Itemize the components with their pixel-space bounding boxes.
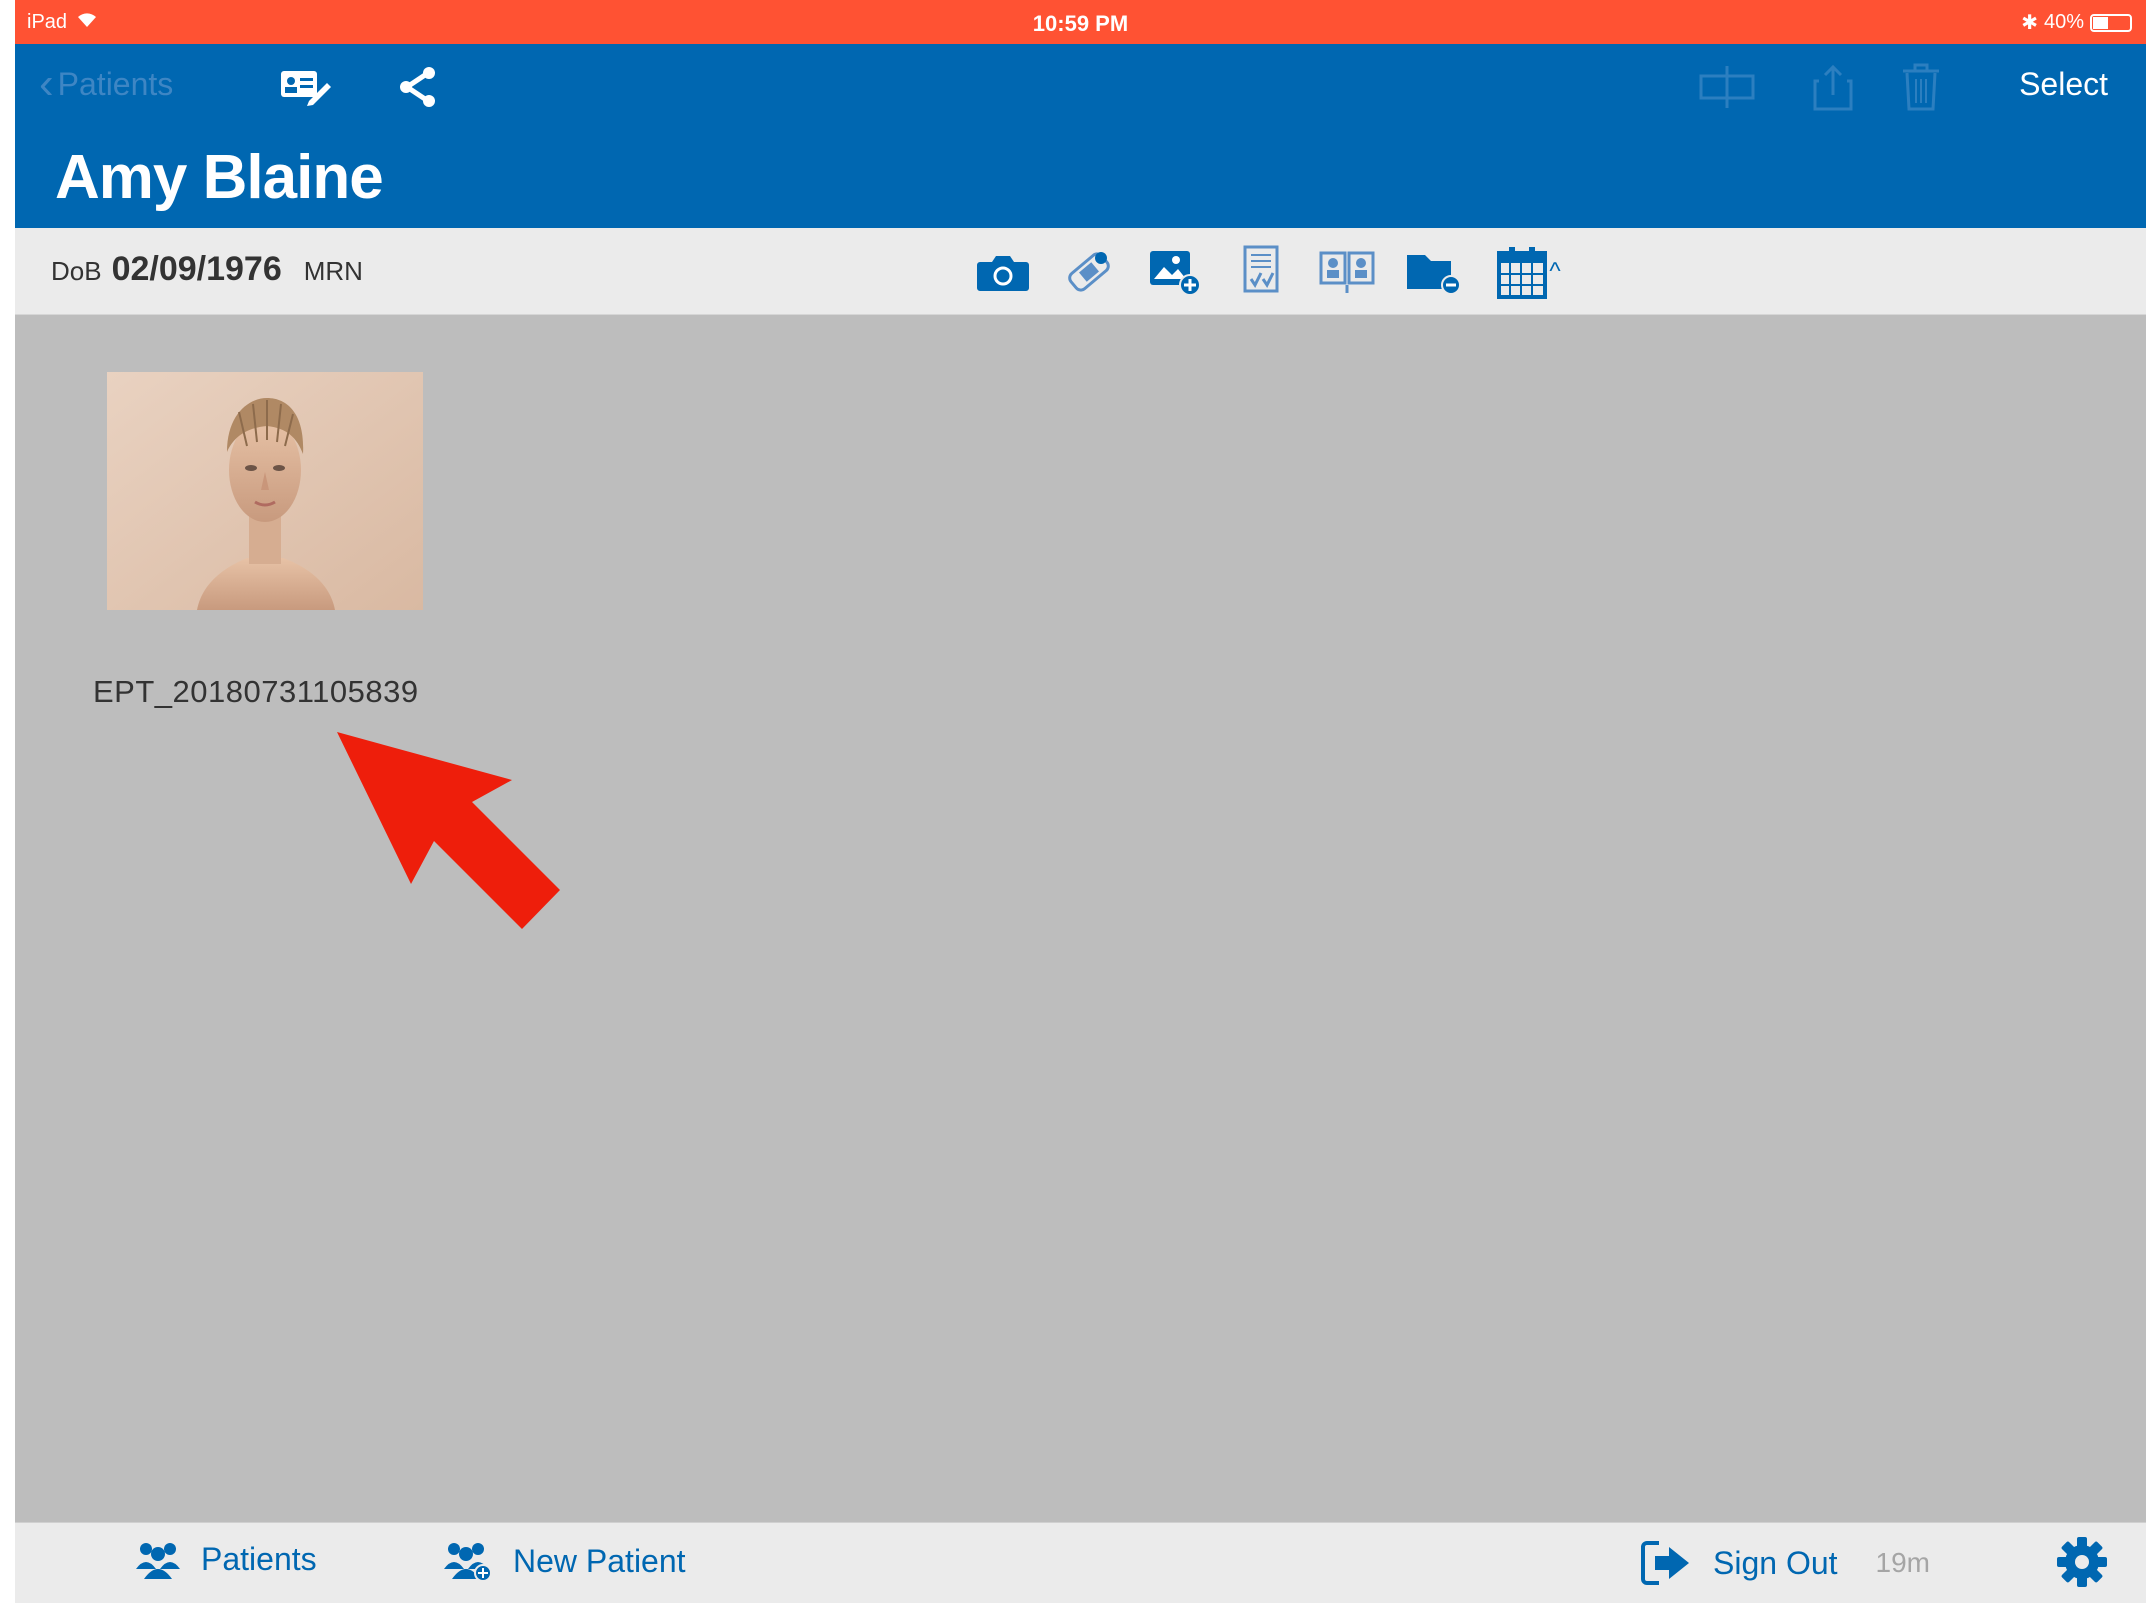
bluetooth-icon: ✱ (2021, 12, 2038, 34)
patient-details: DoB 02/09/1976 MRN (51, 250, 363, 289)
photo-thumbnail[interactable] (107, 372, 423, 610)
sign-out-button[interactable]: Sign Out 19m (1641, 1539, 1930, 1587)
back-label: Patients (57, 65, 174, 102)
id-card-edit-icon (281, 71, 331, 106)
tab-new-patient[interactable]: New Patient (443, 1539, 686, 1583)
checklist-icon (1243, 245, 1279, 293)
calendar-icon (1497, 247, 1548, 299)
sign-out-icon (1641, 1541, 1689, 1585)
checklist-button[interactable] (1233, 244, 1289, 300)
mannequin-photo (107, 372, 423, 610)
add-patient-icon (444, 1543, 492, 1582)
delete-button[interactable] (1895, 62, 1947, 112)
compare-button[interactable] (1319, 244, 1375, 300)
chevron-left-icon: ‹ (39, 59, 54, 108)
back-button[interactable]: ‹ Patients (39, 62, 173, 106)
move-button[interactable] (1697, 62, 1757, 112)
add-photo-icon (1150, 251, 1201, 296)
bottom-tab-bar: Patients New Patient Sign Out 19m (15, 1522, 2146, 1603)
status-right: ✱ 40% (2021, 10, 2132, 35)
tab-patients[interactable]: Patients (135, 1539, 317, 1579)
compare-icon (1319, 251, 1375, 293)
battery-icon (2090, 13, 2132, 32)
tab-patients-label: Patients (201, 1540, 317, 1577)
edit-patient-button[interactable] (277, 62, 333, 112)
session-timer: 19m (1875, 1547, 1930, 1578)
arrow-annotation-icon (337, 732, 560, 929)
export-icon (1813, 64, 1853, 111)
export-button[interactable] (1805, 62, 1861, 112)
patient-name-title: Amy Blaine (55, 143, 384, 212)
photo-caption: EPT_20180731105839 (93, 674, 419, 709)
patient-info-bar: DoB 02/09/1976 MRN ^ (15, 228, 2146, 315)
share-button[interactable] (393, 62, 443, 112)
calendar-chevron: ^ (1549, 258, 1561, 285)
red-pointer-arrow (315, 720, 575, 950)
status-bar: iPad 10:59 PM ✱ 40% (15, 0, 2146, 44)
dob-label: DoB (51, 256, 102, 286)
add-photo-button[interactable] (1147, 244, 1203, 300)
camera-icon (977, 256, 1029, 291)
patients-group-icon (136, 1543, 180, 1579)
navigation-bar: ‹ Patients Select Amy Blaine (15, 44, 2146, 228)
settings-button[interactable] (2055, 1535, 2109, 1589)
dressing-icon (1068, 252, 1110, 292)
share-icon (400, 67, 435, 107)
battery-percent: 40% (2043, 11, 2084, 33)
select-button[interactable]: Select (2019, 66, 2108, 103)
move-icon (1699, 66, 1755, 108)
dressing-button[interactable] (1061, 244, 1117, 300)
folder-button[interactable] (1405, 244, 1461, 300)
tab-new-patient-label: New Patient (513, 1542, 686, 1579)
trash-icon (1903, 63, 1939, 111)
folder-icon (1407, 255, 1461, 295)
dob-value: 02/09/1976 (111, 250, 282, 288)
capture-toolbar: ^ (975, 242, 1567, 302)
mrn-label: MRN (303, 256, 363, 286)
camera-button[interactable] (975, 244, 1031, 300)
gear-icon (2057, 1537, 2107, 1587)
ipad-screen: iPad 10:59 PM ✱ 40% ‹ Patients Select Am… (15, 0, 2146, 1603)
status-time: 10:59 PM (1032, 11, 1129, 36)
sign-out-label: Sign Out (1713, 1544, 1838, 1581)
calendar-button[interactable]: ^ (1491, 244, 1567, 300)
